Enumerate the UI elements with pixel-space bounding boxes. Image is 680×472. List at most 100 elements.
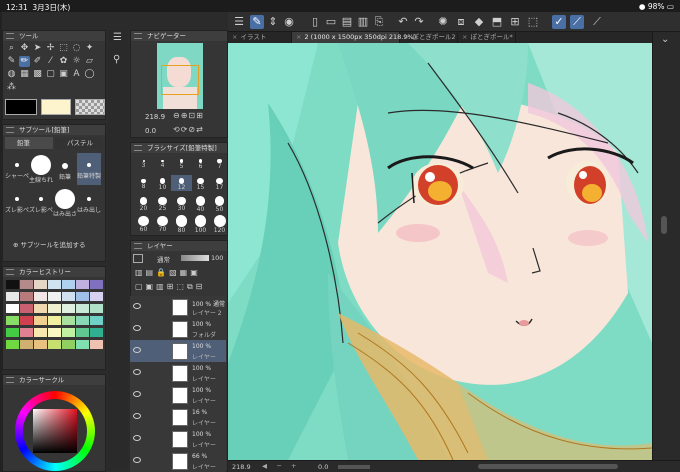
close-icon[interactable]: × <box>232 33 237 41</box>
airbrush-icon[interactable]: ✿ <box>58 56 69 67</box>
copy-icon[interactable]: ⎘ <box>372 15 386 29</box>
color-history-swatch[interactable] <box>20 340 33 349</box>
brush-size-option[interactable]: 6 <box>190 155 211 170</box>
color-history-swatch[interactable] <box>76 280 89 289</box>
color-history-swatch[interactable] <box>90 280 103 289</box>
brush-size-option[interactable]: 25 <box>152 195 173 212</box>
navigator-zoom-controls[interactable]: ⊖⊕⊡⊞ <box>173 111 204 120</box>
color-history-swatch[interactable] <box>76 328 89 337</box>
brush-tile[interactable]: 主線ちれ <box>29 153 53 185</box>
color-history-swatch[interactable] <box>20 304 33 313</box>
layer-color-icon[interactable] <box>133 254 143 263</box>
pencil-icon[interactable]: ✐ <box>32 56 43 67</box>
grid-icon[interactable]: ⊞ <box>508 15 522 29</box>
export-icon[interactable]: ▥ <box>356 15 370 29</box>
menu-list-icon[interactable]: ☰ <box>113 32 122 43</box>
brush-tile[interactable]: はみ出さ <box>53 187 77 219</box>
menu-icon[interactable]: ☰ <box>232 15 246 29</box>
decoration-icon[interactable]: ☼ <box>71 56 82 67</box>
zoom-icon[interactable]: ⌕ <box>6 43 17 54</box>
saturation-square[interactable] <box>33 409 77 453</box>
brush-size-option[interactable]: 8 <box>133 175 154 190</box>
close-icon[interactable]: × <box>404 33 409 41</box>
tab-illust[interactable]: × イラスト <box>228 32 292 43</box>
color-history-swatch[interactable] <box>20 328 33 337</box>
undo-icon[interactable]: ↶ <box>396 15 410 29</box>
color-history-swatch[interactable] <box>6 316 19 325</box>
color-history-swatch[interactable] <box>34 304 47 313</box>
transform-icon[interactable]: ⬒ <box>490 15 504 29</box>
fill-icon[interactable]: ▦ <box>19 69 30 80</box>
eye-icon[interactable] <box>133 413 141 419</box>
eraser-icon[interactable]: ▱ <box>84 56 95 67</box>
color-history-swatch[interactable] <box>6 340 19 349</box>
eye-icon[interactable] <box>133 457 141 463</box>
color-history-swatch[interactable] <box>34 328 47 337</box>
figure-icon[interactable]: ▢ <box>45 69 56 80</box>
layer-row[interactable]: 100 % レイヤー <box>130 362 226 385</box>
color-history-swatch[interactable] <box>62 340 75 349</box>
color-history-swatch[interactable] <box>20 292 33 301</box>
brush-size-option[interactable]: 100 <box>190 215 211 234</box>
brush-size-option[interactable]: 7 <box>209 155 230 170</box>
frame-icon[interactable]: ▣ <box>58 69 69 80</box>
eye-icon[interactable] <box>133 347 141 353</box>
chevron-icon[interactable]: ⇕ <box>266 15 280 29</box>
blend-mode-select[interactable]: 通常 <box>157 254 177 264</box>
color-history-swatch[interactable] <box>90 328 103 337</box>
pen-tool-icon[interactable]: ✎ <box>250 15 264 29</box>
navigator-angle[interactable]: 0.0 <box>145 127 156 135</box>
color-history-swatch[interactable] <box>90 292 103 301</box>
color-history-swatch[interactable] <box>20 316 33 325</box>
navigator-zoom[interactable]: 218.9 <box>145 113 165 121</box>
brush-tile[interactable]: 鉛筆 <box>53 153 77 185</box>
clear-icon[interactable]: ⧈ <box>454 15 468 29</box>
navigator-preview[interactable] <box>157 43 203 109</box>
color-history-swatch[interactable] <box>34 280 47 289</box>
brush-size-option[interactable]: 20 <box>133 195 154 212</box>
layer-row[interactable]: 100 % 通常 レイヤー 2 <box>130 296 226 319</box>
brush-tile[interactable]: はみ出し <box>77 187 101 219</box>
layer-lock-controls[interactable]: ▥▤🔒▧▦▣ <box>135 268 201 277</box>
add-subtool-button[interactable]: ⊕ サブツールを追加する <box>13 239 97 251</box>
color-history-swatch[interactable] <box>20 280 33 289</box>
brush-tile-selected[interactable]: 鉛筆特製 <box>77 153 101 185</box>
move-layer-icon[interactable]: ✢ <box>45 43 56 54</box>
layer-row[interactable]: 100 % レイヤー <box>130 384 226 407</box>
color-history-swatch[interactable] <box>62 316 75 325</box>
move-icon[interactable]: ✥ <box>19 43 30 54</box>
eyedropper-icon[interactable]: ✎ <box>6 56 17 67</box>
color-history-swatch[interactable] <box>48 328 61 337</box>
canvas-zoom[interactable]: 218.9 <box>232 463 251 471</box>
brush-size-option[interactable]: 5 <box>171 155 192 170</box>
color-history-swatch[interactable] <box>48 304 61 313</box>
color-history-swatch[interactable] <box>90 340 103 349</box>
color-history-swatch[interactable] <box>48 316 61 325</box>
color-history-swatch[interactable] <box>62 328 75 337</box>
text-icon[interactable]: A <box>71 69 82 80</box>
color-history-swatch[interactable] <box>6 304 19 313</box>
angle-slider[interactable] <box>338 465 370 469</box>
color-history-swatch[interactable] <box>90 304 103 313</box>
eye-icon[interactable] <box>133 303 141 309</box>
correct-line-icon[interactable]: ⁂ <box>6 82 17 93</box>
color-history-swatch[interactable] <box>76 316 89 325</box>
brush-size-option[interactable]: 4 <box>152 155 173 169</box>
redo-icon[interactable]: ↷ <box>412 15 426 29</box>
select-all-icon[interactable]: ⬚ <box>526 15 540 29</box>
visibility-icon[interactable]: ◉ <box>282 15 296 29</box>
color-history-swatch[interactable] <box>6 280 19 289</box>
color-history-swatch[interactable] <box>62 304 75 313</box>
wand-icon[interactable]: ✦ <box>84 43 95 54</box>
color-history-swatch[interactable] <box>76 340 89 349</box>
sub-color-swatch[interactable] <box>41 99 71 115</box>
horizontal-scrollbar[interactable] <box>478 464 618 469</box>
tab-document-3[interactable]: × ぽとぎポール2 <box>400 32 458 43</box>
open-folder-icon[interactable]: ▭ <box>324 15 338 29</box>
lasso-icon[interactable]: ◌ <box>71 43 82 54</box>
color-history-swatch[interactable] <box>48 292 61 301</box>
brush-icon[interactable]: ⁄ <box>45 56 56 67</box>
brush-size-option[interactable]: 70 <box>152 215 173 233</box>
eye-icon[interactable] <box>133 325 141 331</box>
layer-row[interactable]: 66 % レイヤー <box>130 450 226 472</box>
